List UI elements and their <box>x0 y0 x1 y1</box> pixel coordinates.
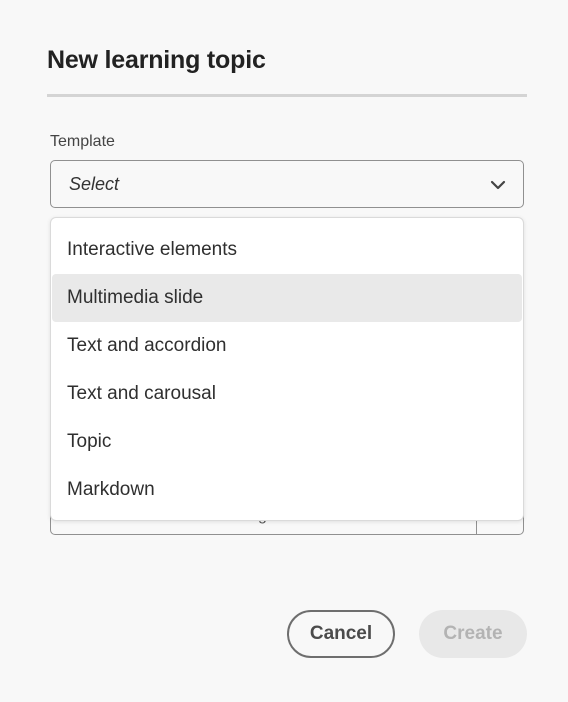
template-picker[interactable]: Select <box>50 160 524 208</box>
create-button[interactable]: Create <box>419 610 527 658</box>
menu-item-text-and-accordion[interactable]: Text and accordion <box>52 322 522 370</box>
menu-item-markdown[interactable]: Markdown <box>52 466 522 514</box>
menu-item-text-and-carousal[interactable]: Text and carousal <box>52 370 522 418</box>
menu-item-topic[interactable]: Topic <box>52 418 522 466</box>
template-label: Template <box>50 133 115 150</box>
cancel-button[interactable]: Cancel <box>287 610 395 658</box>
chevron-down-icon <box>490 180 506 190</box>
new-learning-topic-dialog: New learning topic Template Select g Int… <box>0 0 568 702</box>
menu-item-interactive-elements[interactable]: Interactive elements <box>52 226 522 274</box>
template-picker-value: Select <box>69 173 120 194</box>
template-dropdown-menu: Interactive elements Multimedia slide Te… <box>50 217 524 521</box>
title-divider <box>47 94 527 97</box>
menu-item-multimedia-slide[interactable]: Multimedia slide <box>52 274 522 322</box>
dialog-title: New learning topic <box>47 46 266 74</box>
